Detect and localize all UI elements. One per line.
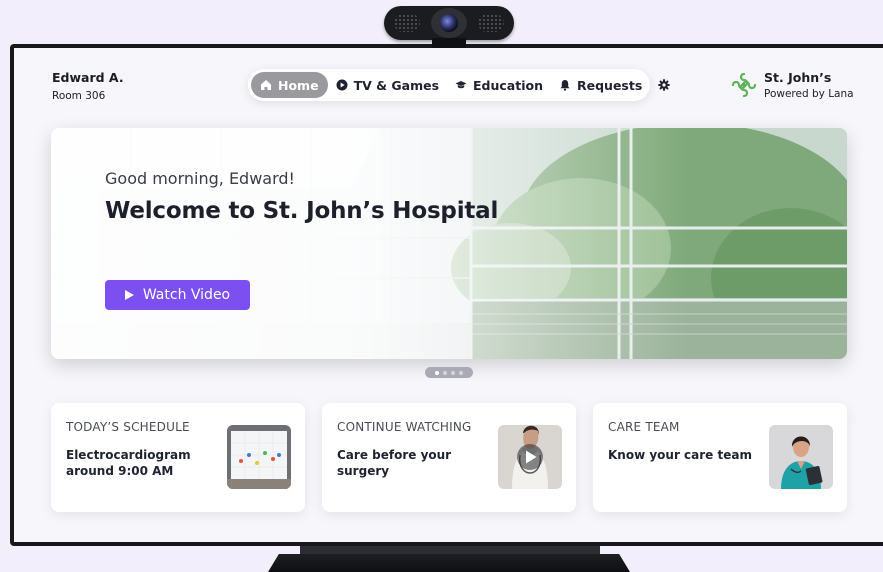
patient-room: Room 306 — [52, 90, 106, 102]
webcam — [384, 6, 514, 52]
play-circle-icon — [336, 79, 348, 91]
webcam-speaker-left — [394, 14, 420, 32]
nav-requests-label: Requests — [577, 77, 643, 93]
graduation-cap-icon — [455, 81, 467, 89]
main-nav: Home TV & Games Education Requests — [248, 69, 670, 101]
carousel-pager — [425, 367, 473, 378]
nav-settings[interactable] — [650, 72, 678, 98]
webcam-lens — [440, 14, 458, 32]
ecg-board-image — [227, 425, 291, 489]
bell-icon — [560, 80, 570, 91]
webcam-speaker-right — [478, 14, 504, 32]
continue-watching-text: Care before your surgery — [337, 448, 452, 478]
watch-video-button[interactable]: Watch Video — [105, 280, 250, 310]
tv-stand-base — [268, 554, 630, 572]
pager-dot-1[interactable] — [435, 370, 439, 375]
gear-icon — [658, 79, 670, 91]
hospital-logo-icon — [731, 72, 757, 98]
hospital-brand: St. John’s Powered by Lana — [730, 70, 854, 100]
nav-home-label: Home — [278, 77, 319, 93]
nav-education-label: Education — [473, 77, 543, 93]
nav-tv-games-label: TV & Games — [353, 77, 440, 93]
care-team-card[interactable]: CARE TEAM Know your care team — [593, 403, 847, 512]
brand-tagline: Powered by Lana — [764, 88, 854, 100]
continue-watching-label: CONTINUE WATCHING — [337, 420, 472, 434]
hero-greeting: Good morning, Edward! — [105, 169, 295, 188]
nav-education[interactable]: Education — [447, 72, 551, 98]
care-team-text: Know your care team — [608, 448, 752, 462]
home-icon — [261, 80, 271, 90]
patient-info: Edward A. Room 306 — [52, 70, 124, 102]
nav-tv-games[interactable]: TV & Games — [328, 72, 447, 98]
hero-fade-overlay — [51, 128, 847, 359]
hero-banner: Good morning, Edward! Welcome to St. Joh… — [51, 128, 847, 359]
pager-dot-4[interactable] — [459, 370, 463, 375]
schedule-card[interactable]: TODAY’S SCHEDULE Electrocardiogram aroun… — [51, 403, 305, 512]
play-icon — [124, 290, 134, 300]
hospital-name: St. John’s — [764, 70, 832, 85]
continue-watching-card[interactable]: CONTINUE WATCHING Care before your surge… — [322, 403, 576, 512]
hero-title: Welcome to St. John’s Hospital — [105, 198, 499, 224]
watch-video-label: Watch Video — [142, 287, 231, 303]
pager-dot-2[interactable] — [443, 370, 447, 375]
webcam-lens-ring — [431, 8, 467, 38]
nav-requests[interactable]: Requests — [551, 72, 650, 98]
patient-name: Edward A. — [52, 70, 124, 85]
pager-dot-3[interactable] — [451, 370, 455, 375]
schedule-card-text: Electrocardiogram around 9:00 AM — [66, 448, 191, 478]
nav-home[interactable]: Home — [251, 72, 328, 98]
tv-screen: Edward A. Room 306 Home TV & Games Educa… — [14, 48, 883, 542]
nurse-video-image[interactable] — [498, 425, 562, 489]
schedule-card-label: TODAY’S SCHEDULE — [66, 420, 190, 434]
nurse-portrait-image — [769, 425, 833, 489]
care-team-label: CARE TEAM — [608, 420, 680, 434]
